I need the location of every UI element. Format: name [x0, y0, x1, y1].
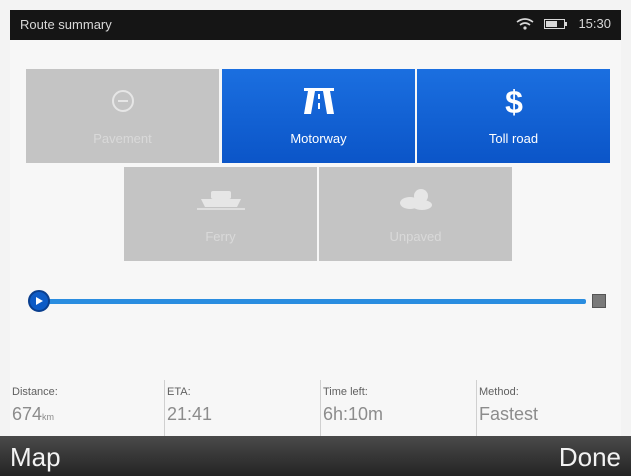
- route-line: [48, 299, 586, 304]
- cloud-sun-icon: [396, 181, 436, 217]
- stat-value: Fastest: [479, 404, 539, 424]
- route-progress-bar: [28, 290, 606, 314]
- route-option-label: Toll road: [488, 131, 539, 146]
- stat-eta: ETA: 21:41: [164, 380, 320, 436]
- route-summary-panel: Pavement Motorway $ Toll road Ferry Unpa…: [10, 40, 621, 435]
- stat-caption: ETA:: [167, 386, 191, 398]
- route-option-motorway[interactable]: Motorway: [222, 69, 415, 163]
- route-option-label: Motorway: [290, 131, 347, 146]
- route-option-label: Pavement: [93, 131, 152, 146]
- status-bar: Route summary 15:30: [10, 10, 621, 40]
- stat-time-left: Time left: 6h:10m: [320, 380, 476, 436]
- dollar-icon: $: [501, 83, 527, 119]
- route-option-pavement[interactable]: Pavement: [26, 69, 219, 163]
- stat-caption: Method:: [479, 386, 519, 398]
- battery-icon: [544, 18, 568, 29]
- clock: 15:30: [578, 16, 611, 31]
- screen-title: Route summary: [20, 17, 112, 32]
- stat-unit: km: [42, 412, 55, 422]
- done-button[interactable]: Done: [559, 442, 621, 473]
- stat-caption: Distance:: [12, 386, 58, 398]
- stat-distance: Distance: 674km: [10, 380, 164, 436]
- stat-method: Method: Fastest: [476, 380, 621, 436]
- route-option-label: Ferry: [205, 229, 236, 244]
- route-option-ferry[interactable]: Ferry: [124, 167, 317, 261]
- svg-text:$: $: [505, 84, 523, 118]
- bottom-bar: Map Done: [0, 436, 631, 476]
- route-option-unpaved[interactable]: Unpaved: [319, 167, 512, 261]
- stat-value: 6h:10m: [323, 404, 384, 424]
- route-stats: Distance: 674km ETA: 21:41 Time left: 6h…: [10, 380, 621, 436]
- motorway-icon: [302, 83, 336, 119]
- route-option-label: Unpaved: [389, 229, 442, 244]
- ferry-icon: [196, 181, 245, 217]
- stat-caption: Time left:: [323, 386, 368, 398]
- play-icon: [28, 290, 50, 312]
- route-option-toll-road[interactable]: $ Toll road: [417, 69, 610, 163]
- stat-value: 674: [12, 404, 43, 424]
- minus-circle-icon: [110, 83, 136, 119]
- wifi-icon: [516, 17, 534, 30]
- stat-value: 21:41: [167, 404, 213, 424]
- map-button[interactable]: Map: [10, 442, 61, 473]
- flag-icon: [592, 294, 606, 308]
